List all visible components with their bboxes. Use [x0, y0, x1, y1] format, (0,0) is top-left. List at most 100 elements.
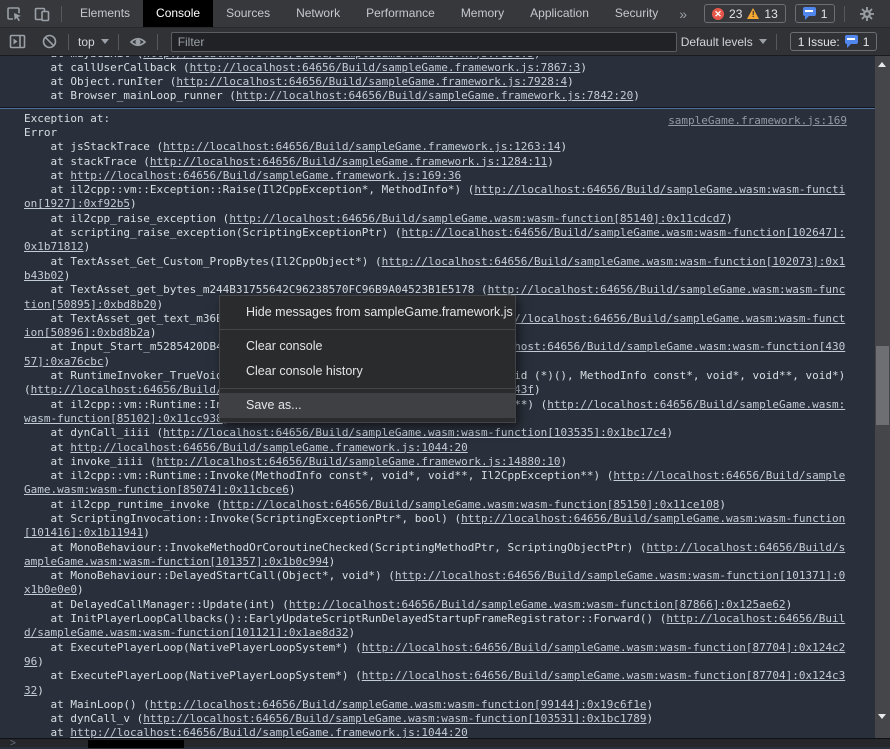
stack-link[interactable]: http://localhost:64656/Build/sampleGame.…: [289, 598, 786, 611]
tab-performance[interactable]: Performance: [353, 0, 448, 27]
stack-line: Error: [0, 126, 852, 140]
javascript-context-select[interactable]: top: [74, 35, 113, 49]
menu-separator: [220, 329, 515, 330]
error-count: 23: [729, 7, 742, 21]
tab-security[interactable]: Security: [602, 0, 671, 27]
menu-item-clear-console-history[interactable]: Clear console history: [220, 359, 515, 384]
warning-count: 13: [764, 7, 777, 21]
scroll-down-arrow-icon[interactable]: [878, 714, 886, 719]
stack-line: at il2cpp::vm::Runtime::Invoke(MethodInf…: [0, 469, 852, 498]
stack-link[interactable]: http://localhost:64656/Build/sampleGame.…: [70, 441, 467, 454]
issues-badge[interactable]: 1: [795, 4, 836, 23]
clear-console-icon[interactable]: [40, 33, 58, 51]
error-icon: ✕: [712, 8, 724, 20]
console-message: at maybeExit (http://localhost:64656/Bui…: [0, 56, 875, 108]
stack-line: at ScriptingInvocation::Invoke(Scripting…: [0, 512, 852, 541]
stack-line: at MonoBehaviour::DelayedStartCall(Objec…: [0, 569, 852, 598]
stack-link[interactable]: http://localhost:64656/Build/sampleGame.…: [150, 155, 547, 168]
divider: [68, 34, 69, 50]
inspect-element-icon[interactable]: [5, 5, 23, 23]
stack-link[interactable]: http://localhost:64656/Build/sampleGame.…: [24, 183, 845, 210]
stack-link[interactable]: http://localhost:64656/Build/sampleGame.…: [70, 169, 461, 182]
stack-link[interactable]: http://localhost:64656/Build/sampleGame.…: [24, 569, 845, 596]
stack-link[interactable]: http://localhost:64656/Build/sampleGame.…: [223, 498, 720, 511]
scroll-up-arrow-icon[interactable]: [878, 62, 886, 67]
stack-line: at ExecutePlayerLoop(NativePlayerLoopSys…: [0, 641, 852, 670]
divider: [844, 6, 845, 22]
errors-warnings-badge[interactable]: ✕ 23 13: [704, 4, 786, 23]
stack-line: at http://localhost:64656/Build/sampleGa…: [0, 441, 852, 455]
stack-line: at callUserCallback (http://localhost:64…: [0, 61, 852, 75]
toggle-device-toolbar-icon[interactable]: [33, 5, 51, 23]
issues-counter-count: 1: [863, 35, 870, 49]
console-sidebar-icon[interactable]: [8, 33, 26, 51]
scrollbar-thumb[interactable]: [876, 346, 889, 425]
tab-network[interactable]: Network: [283, 0, 353, 27]
stack-line: at Browser_mainLoop_runner (http://local…: [0, 89, 852, 103]
divider: [61, 6, 62, 22]
stack-link[interactable]: http://localhost:64656/Build/sampleGame.…: [229, 212, 726, 225]
stack-line: at InitPlayerLoopCallbacks()::EarlyUpdat…: [0, 612, 852, 641]
tab-application[interactable]: Application: [517, 0, 602, 27]
chevron-down-icon: [759, 39, 767, 44]
stack-line: at jsStackTrace (http://localhost:64656/…: [0, 140, 852, 154]
stack-link[interactable]: http://localhost:64656/Build/sampleGame.…: [156, 455, 560, 468]
stack-line: at dynCall_v (http://localhost:64656/Bui…: [0, 712, 852, 726]
tab-memory[interactable]: Memory: [448, 0, 517, 27]
stack-link[interactable]: http://localhost:64656/Build/sampleGame.…: [190, 61, 581, 74]
warning-icon: [747, 8, 759, 19]
stack-link[interactable]: http://localhost:64656/Build/sampleGame.…: [24, 641, 845, 668]
console-filter-input[interactable]: [171, 32, 677, 52]
log-levels-select[interactable]: Default levels: [677, 35, 771, 49]
issues-icon: [845, 35, 858, 48]
menu-item-hide-messages-from-samplegame-framework-js[interactable]: Hide messages from sampleGame.framework.…: [220, 300, 515, 325]
tab-elements[interactable]: Elements: [67, 0, 143, 27]
devtools-menu-kebab-icon[interactable]: ⋮: [884, 0, 890, 28]
live-expression-eye-icon[interactable]: [129, 33, 147, 51]
stack-line: at http://localhost:64656/Build/sampleGa…: [0, 169, 852, 183]
more-tabs-icon[interactable]: »: [671, 6, 695, 22]
context-menu: Hide messages from sampleGame.framework.…: [219, 295, 516, 423]
stack-link[interactable]: http://localhost:64656/Build/sampleGame.…: [143, 56, 534, 60]
stack-link[interactable]: http://localhost:64656/Build/sampleGame.…: [24, 255, 845, 282]
stack-link[interactable]: http://localhost:64656/Build/sampleGame.…: [163, 140, 560, 153]
divider: [118, 34, 119, 50]
stack-link[interactable]: http://localhost:64656/Build/sampleGame.…: [70, 726, 467, 738]
stack-line: at stackTrace (http://localhost:64656/Bu…: [0, 155, 852, 169]
stack-link[interactable]: http://localhost:64656/Build/sampleGame.…: [24, 541, 845, 568]
stack-link[interactable]: http://localhost:64656/Build/sampleGame.…: [150, 698, 647, 711]
stack-link[interactable]: http://localhost:64656/Build/sampleGame.…: [24, 469, 845, 496]
stack-line: at http://localhost:64656/Build/sampleGa…: [0, 726, 852, 738]
vertical-scrollbar[interactable]: [875, 56, 890, 738]
stack-link[interactable]: http://localhost:64656/Build/sampleGame.…: [236, 89, 633, 102]
devtools-tabbar: ElementsConsoleSourcesNetworkPerformance…: [0, 0, 890, 28]
stack-line: at MonoBehaviour::InvokeMethodOrCoroutin…: [0, 541, 852, 570]
menu-item-save-as[interactable]: Save as...: [220, 393, 515, 418]
stack-line: at MainLoop() (http://localhost:64656/Bu…: [0, 698, 852, 712]
tab-sources[interactable]: Sources: [213, 0, 283, 27]
issues-icon: [803, 7, 816, 20]
message-source-link[interactable]: sampleGame.framework.js:169: [668, 114, 847, 128]
stack-link[interactable]: http://localhost:64656/Build/sampleGame.…: [24, 226, 845, 253]
stack-link[interactable]: http://localhost:64656/Build/sampleGame.…: [24, 669, 845, 696]
stack-link[interactable]: http://localhost:64656/Build/sampleGame.…: [176, 75, 567, 88]
stack-line: at scripting_raise_exception(ScriptingEx…: [0, 226, 852, 255]
stack-link[interactable]: http://localhost:64656/Build/sampleGame.…: [143, 712, 646, 725]
tab-console[interactable]: Console: [143, 0, 213, 27]
stack-line: at il2cpp_runtime_invoke (http://localho…: [0, 498, 852, 512]
issues-count: 1: [821, 7, 828, 21]
menu-separator: [220, 388, 515, 389]
stack-line: at Object.runIter (http://localhost:6465…: [0, 75, 852, 89]
issues-counter-button[interactable]: 1 Issue: 1: [790, 32, 878, 51]
stack-line: at ExecutePlayerLoop(NativePlayerLoopSys…: [0, 669, 852, 698]
stack-link[interactable]: http://localhost:64656/Build/sampleGame.…: [24, 612, 845, 639]
menu-item-clear-console[interactable]: Clear console: [220, 334, 515, 359]
tab-strip: ElementsConsoleSourcesNetworkPerformance…: [67, 0, 671, 27]
stack-link[interactable]: http://localhost:64656/Build/sampleGame.…: [24, 512, 845, 539]
divider: [776, 34, 777, 50]
stack-line: at DelayedCallManager::Update(int) (http…: [0, 598, 852, 612]
divider: [157, 34, 158, 50]
console-prompt-bar[interactable]: >: [0, 738, 890, 747]
stack-link[interactable]: http://localhost:64656/Build/sampleGame.…: [163, 426, 666, 439]
settings-gear-icon[interactable]: [855, 5, 879, 23]
